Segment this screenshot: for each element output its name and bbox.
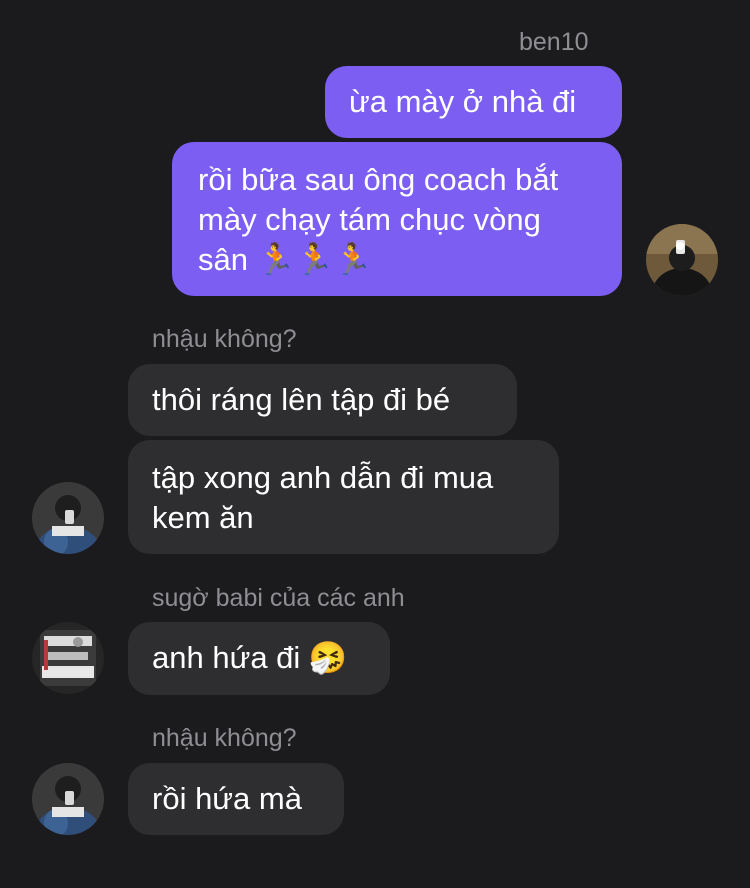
message-text: anh hứa đi 🤧 [152, 640, 348, 675]
message-bubble-outgoing[interactable]: ừa mày ở nhà đi [325, 66, 622, 138]
message-bubble-incoming[interactable]: thôi ráng lên tập đi bé [128, 364, 517, 436]
message-text: ừa mày ở nhà đi [349, 84, 577, 119]
avatar-contact[interactable] [32, 763, 104, 835]
message-text: mày chạy tám chục vòng [198, 202, 541, 237]
chat-thread[interactable]: ben10 ừa mày ở nhà đi rồi bữa sau ông co… [0, 0, 750, 888]
avatar-ben10[interactable] [646, 224, 718, 296]
message-text: thôi ráng lên tập đi bé [152, 382, 451, 417]
message-text: kem ăn [152, 500, 254, 535]
message-text: rồi hứa mà [152, 781, 302, 816]
message-bubble-outgoing[interactable]: rồi bữa sau ông coach bắt mày chạy tám c… [172, 142, 622, 296]
sender-name: nhậu không? [152, 724, 297, 752]
avatar-contact[interactable] [32, 622, 104, 694]
sender-name-ben10: ben10 [519, 28, 589, 56]
message-text: sân 🏃🏃🏃 [198, 242, 373, 277]
message-bubble-incoming[interactable]: anh hứa đi 🤧 [128, 622, 390, 695]
message-bubble-incoming[interactable]: rồi hứa mà [128, 763, 344, 835]
avatar-contact[interactable] [32, 482, 104, 554]
sender-name: nhậu không? [152, 325, 297, 353]
message-text: tập xong anh dẫn đi mua [152, 460, 494, 495]
message-bubble-incoming[interactable]: tập xong anh dẫn đi mua kem ăn [128, 440, 559, 554]
sender-name: sugờ babi của các anh [152, 584, 405, 612]
message-text: rồi bữa sau ông coach bắt [198, 162, 559, 197]
